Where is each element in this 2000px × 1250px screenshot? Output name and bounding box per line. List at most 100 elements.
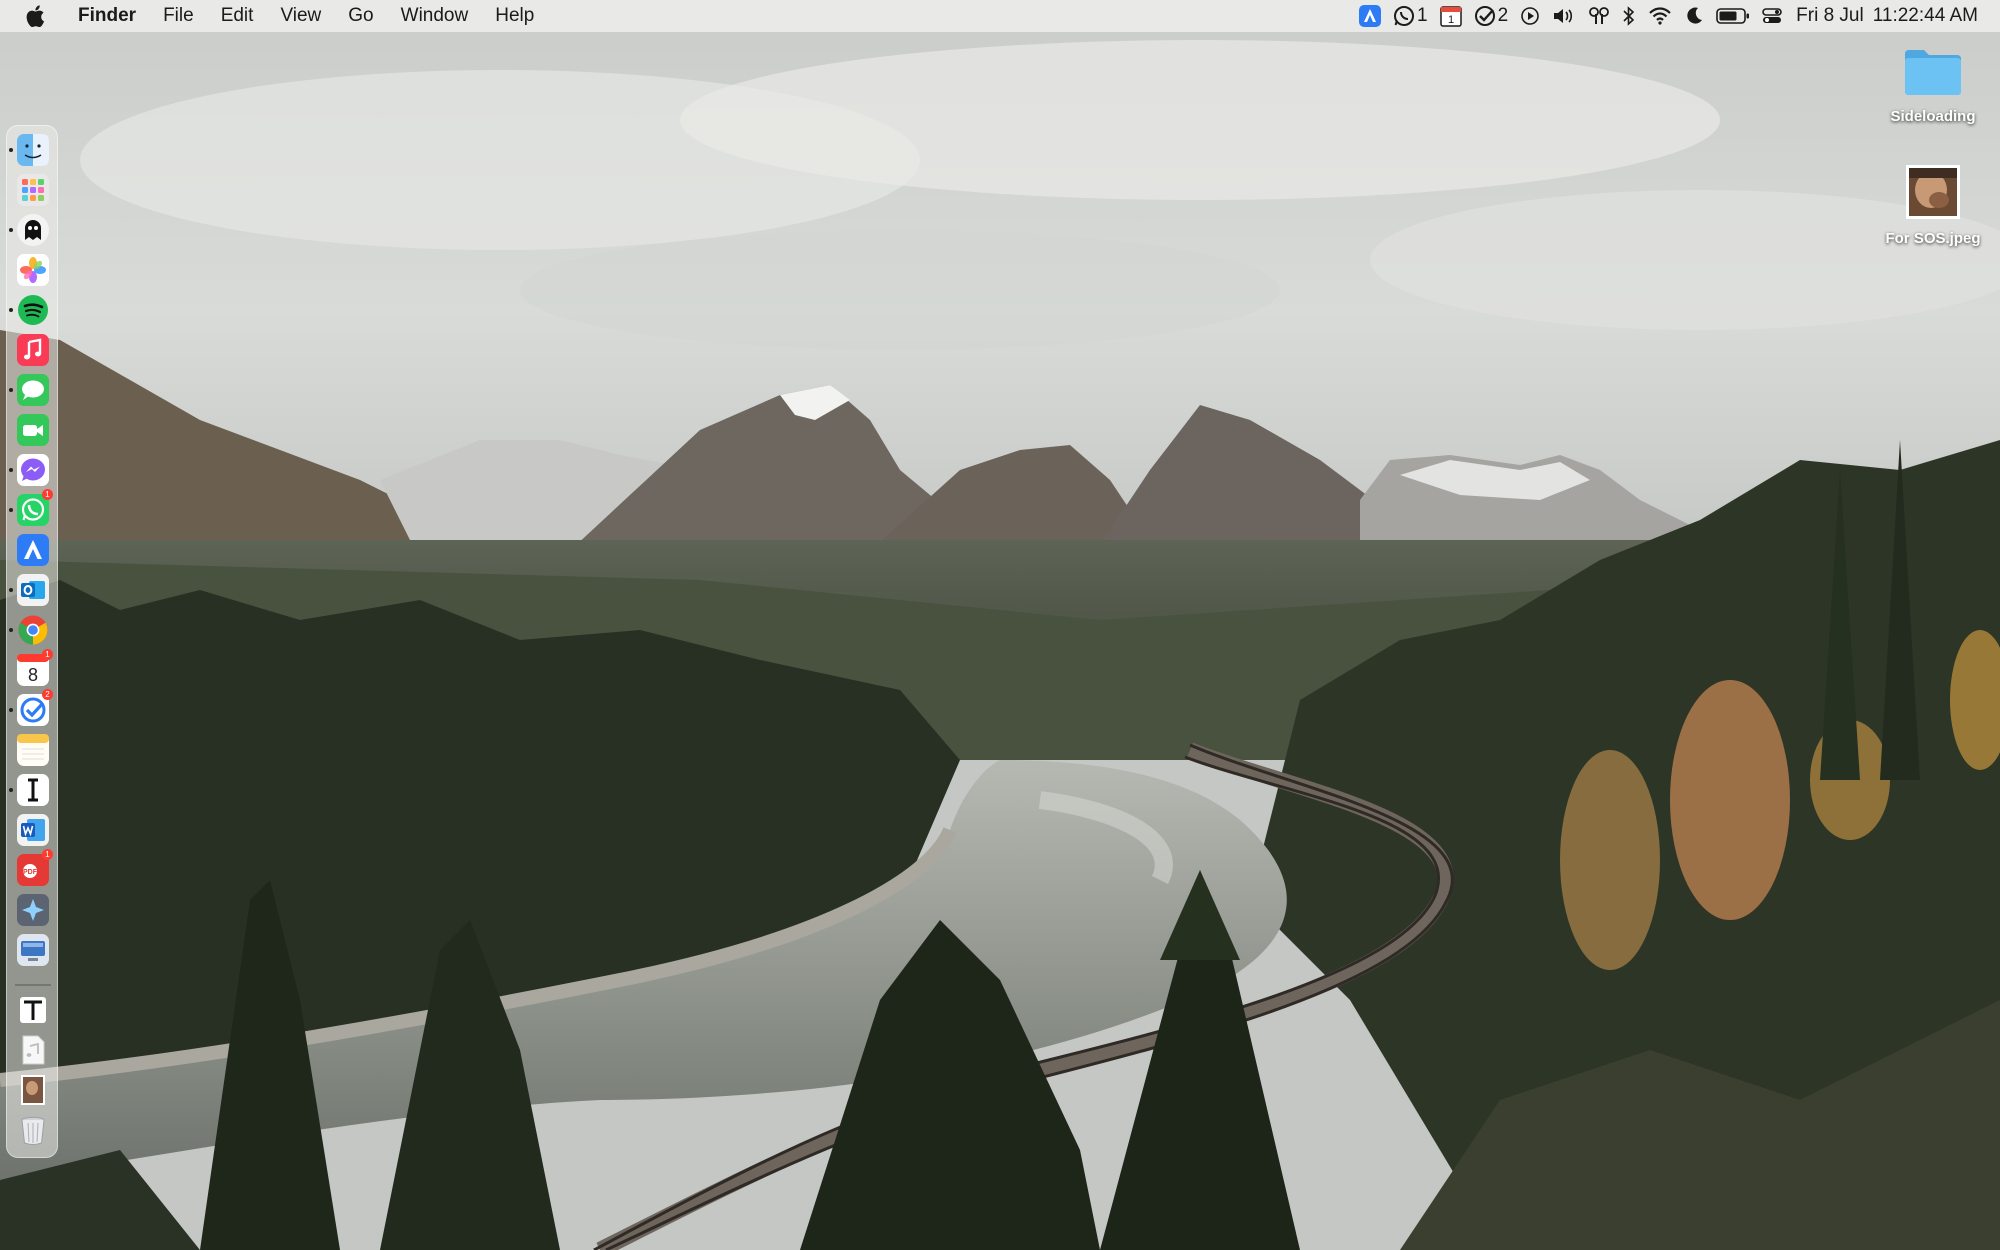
dock-calendar-day: 8 <box>28 665 38 685</box>
calendar-icon: 1 <box>1439 6 1462 27</box>
dock-ghost-app[interactable] <box>17 214 49 246</box>
dock-outlook[interactable] <box>17 574 49 606</box>
menu-go[interactable]: Go <box>348 5 373 27</box>
moon-icon <box>1687 7 1703 24</box>
messenger-icon <box>17 454 49 486</box>
status-testflight[interactable] <box>1358 5 1381 27</box>
finder-icon <box>17 134 49 166</box>
status-tasks[interactable]: 2 <box>1474 5 1509 27</box>
dock-running-dot <box>9 388 13 392</box>
dock-running-dot <box>9 628 13 632</box>
apple-logo-icon[interactable] <box>24 3 48 29</box>
menu-calendar-day: 1 <box>1448 14 1454 26</box>
launchpad-grid-icon <box>17 174 49 206</box>
menu-app-name[interactable]: Finder <box>78 5 136 27</box>
status-wifi[interactable] <box>1648 6 1672 26</box>
calendar-badge: 1 <box>42 649 53 660</box>
status-calendar[interactable]: 1 <box>1439 5 1462 27</box>
dock-calendar[interactable]: 8 1 <box>17 649 53 686</box>
menu-file[interactable]: File <box>163 5 194 27</box>
svg-text:PDF: PDF <box>23 869 38 876</box>
dock-stack-document[interactable] <box>17 994 49 1026</box>
status-volume[interactable] <box>1552 6 1576 26</box>
menu-bar: Finder File Edit View Go Window Help 1 1… <box>0 0 2000 32</box>
image-file-icon <box>1906 165 1960 219</box>
menu-bar-status-area: 1 1 2 Fri 8 Jul 11:22:44 AM <box>1347 0 1978 32</box>
control-center-icon <box>1762 8 1782 23</box>
status-battery[interactable] <box>1716 7 1750 25</box>
whatsapp-icon <box>1393 6 1414 26</box>
dock-pdf-app[interactable]: PDF 1 <box>17 849 53 886</box>
messages-bubble-icon <box>17 374 49 406</box>
dock-testflight[interactable] <box>17 534 49 566</box>
dock-tasks[interactable]: 2 <box>17 689 53 726</box>
status-focus[interactable] <box>1684 6 1704 26</box>
dock-music[interactable] <box>17 334 49 366</box>
status-airpods[interactable] <box>1588 6 1610 26</box>
dock-screen-app[interactable] <box>17 934 49 966</box>
dock-word[interactable] <box>17 814 49 846</box>
ghost-icon <box>17 214 49 246</box>
photos-flower-icon <box>17 254 49 286</box>
folder-icon <box>1905 50 1961 95</box>
dock-chrome[interactable] <box>17 614 49 646</box>
tasks-count: 2 <box>1497 5 1509 26</box>
dock-running-dot <box>9 588 13 592</box>
notes-icon <box>17 734 49 766</box>
dock-separator <box>15 984 51 986</box>
dock: 1 8 1 2 PDF 1 <box>6 125 58 1158</box>
dock-facetime[interactable] <box>17 414 49 446</box>
battery-icon <box>1716 8 1750 24</box>
menu-bar-left: Finder File Edit View Go Window Help <box>0 0 561 32</box>
status-whatsapp[interactable]: 1 <box>1393 5 1428 27</box>
desktop-file-for-sos[interactable]: For SOS.jpeg <box>1873 164 1993 247</box>
dock-instapaper[interactable] <box>17 774 49 806</box>
volume-icon <box>1554 9 1573 23</box>
instapaper-icon <box>17 774 49 806</box>
spotify-icon <box>18 295 48 325</box>
testflight-app-icon <box>17 534 49 566</box>
menu-window[interactable]: Window <box>401 5 469 27</box>
desktop-icon-label: Sideloading <box>1890 108 1976 125</box>
dock-whatsapp[interactable]: 1 <box>17 489 53 526</box>
music-note-icon <box>17 334 49 366</box>
dock-finder[interactable] <box>17 134 49 166</box>
airpods-icon <box>1589 7 1610 24</box>
bluetooth-icon <box>1623 6 1635 26</box>
document-stack-icon <box>20 997 46 1023</box>
dock-notes[interactable] <box>17 734 49 766</box>
dock-spotify[interactable] <box>17 294 49 326</box>
dock-photos[interactable] <box>17 254 49 286</box>
dock-star-app[interactable] <box>17 894 49 926</box>
menu-clock-date[interactable]: Fri 8 Jul <box>1796 5 1864 27</box>
dock-launchpad[interactable] <box>17 174 49 206</box>
video-camera-icon <box>17 414 49 446</box>
testflight-icon <box>1358 5 1381 27</box>
dock-running-dot <box>9 508 13 512</box>
menu-view[interactable]: View <box>280 5 321 27</box>
status-control-center[interactable] <box>1762 6 1782 26</box>
pdf-badge: 1 <box>42 849 53 860</box>
dock-stack-photo[interactable] <box>17 1074 49 1106</box>
dock-messages[interactable] <box>17 374 49 406</box>
dock-running-dot <box>9 468 13 472</box>
menu-help[interactable]: Help <box>495 5 534 27</box>
dock-stack-music-file[interactable] <box>17 1034 49 1066</box>
status-bluetooth[interactable] <box>1622 6 1636 26</box>
word-icon <box>17 814 49 846</box>
dock-running-dot <box>9 228 13 232</box>
dock-trash[interactable] <box>17 1114 49 1146</box>
menu-clock-time[interactable]: 11:22:44 AM <box>1873 5 1978 27</box>
desktop-folder-sideloading[interactable]: Sideloading <box>1873 46 1993 125</box>
dock-messenger[interactable] <box>17 454 49 486</box>
trash-icon <box>21 1116 45 1145</box>
tasks-check-icon <box>1474 6 1495 26</box>
dock-running-dot <box>9 148 13 152</box>
photo-thumbnail-icon <box>21 1075 45 1105</box>
menu-edit[interactable]: Edit <box>221 5 254 27</box>
status-play[interactable] <box>1520 6 1540 26</box>
play-circle-icon <box>1521 7 1539 25</box>
dock-running-dot <box>9 308 13 312</box>
desktop-wallpaper <box>0 0 2000 1250</box>
outlook-icon <box>17 574 49 606</box>
